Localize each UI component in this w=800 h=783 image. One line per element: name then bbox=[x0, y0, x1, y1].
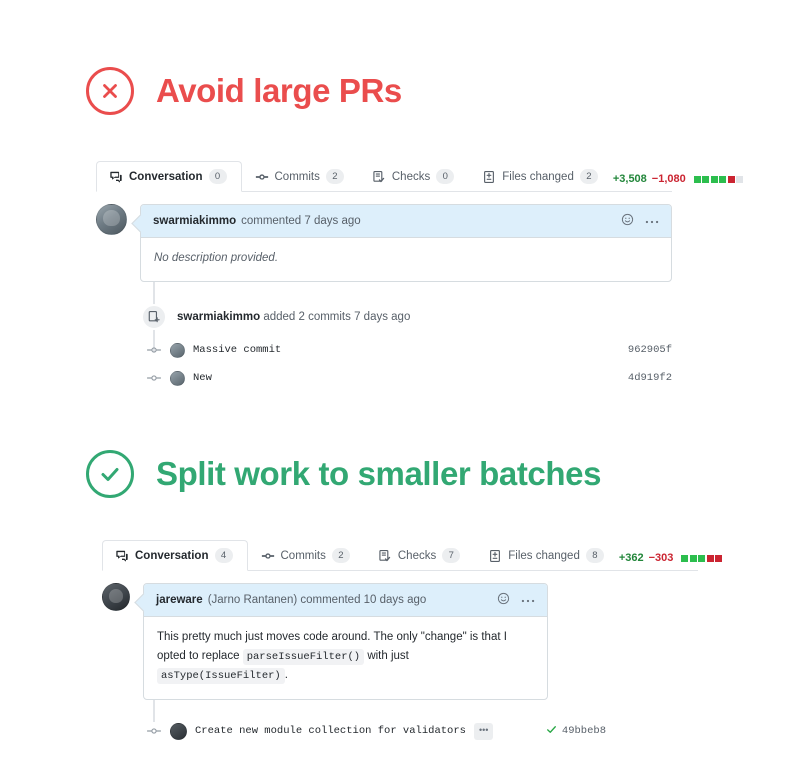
tab-files-changed[interactable]: Files changed 2 bbox=[469, 161, 613, 192]
comment-thread: swarmiakimmo commented 7 days ago No des… bbox=[96, 204, 672, 282]
tab-commits[interactable]: Commits 2 bbox=[248, 540, 365, 571]
tab-checks[interactable]: Checks 7 bbox=[365, 540, 475, 571]
comment-meta: (Jarno Rantanen) commented 10 days ago bbox=[207, 594, 427, 606]
commit-message[interactable]: Massive commit bbox=[193, 344, 281, 356]
inline-code-parse-issue-filter: parseIssueFilter() bbox=[242, 648, 365, 665]
commit-hash[interactable]: 4d919f2 bbox=[628, 372, 672, 384]
comment-discussion-icon bbox=[115, 549, 129, 563]
pull-request-card-large: Conversation 0 Commits 2 Checks 0 Files … bbox=[96, 160, 744, 386]
commit-author-avatar[interactable] bbox=[170, 722, 187, 740]
comment-header: swarmiakimmo commented 7 days ago bbox=[141, 205, 671, 238]
tab-counter: 7 bbox=[442, 548, 461, 563]
commit-hash[interactable]: 49bbeb8 bbox=[562, 725, 606, 737]
tab-label: Commits bbox=[274, 170, 320, 183]
comment-card: swarmiakimmo commented 7 days ago No des… bbox=[140, 204, 672, 282]
timeline-event-commits-added: swarmiakimmo added 2 commits 7 days ago bbox=[141, 303, 672, 330]
tab-conversation[interactable]: Conversation 0 bbox=[96, 161, 242, 192]
diffstat-deletions: −303 bbox=[648, 552, 674, 564]
tab-checks[interactable]: Checks 0 bbox=[359, 161, 469, 192]
comment-meta: commented 7 days ago bbox=[241, 215, 361, 227]
smiley-icon[interactable] bbox=[497, 592, 510, 608]
avatar[interactable] bbox=[102, 583, 130, 611]
tab-label: Conversation bbox=[135, 549, 209, 562]
event-author[interactable]: swarmiakimmo bbox=[177, 311, 260, 323]
comment-text: No description provided. bbox=[154, 252, 279, 264]
tab-files-changed[interactable]: Files changed 8 bbox=[475, 540, 619, 571]
pr-tabbar: Conversation 4 Commits 2 Checks 7 Files … bbox=[102, 539, 723, 571]
diffstat-deletions: −1,080 bbox=[651, 173, 686, 185]
tab-commits[interactable]: Commits 2 bbox=[242, 161, 359, 192]
tab-label: Checks bbox=[391, 170, 431, 183]
commit-author-avatar[interactable] bbox=[170, 370, 185, 386]
tab-counter: 2 bbox=[579, 169, 598, 184]
tab-conversation[interactable]: Conversation 4 bbox=[102, 540, 248, 571]
comment-body: No description provided. bbox=[141, 238, 671, 281]
smiley-icon[interactable] bbox=[621, 213, 634, 229]
comment-card: jareware (Jarno Rantanen) commented 10 d… bbox=[143, 583, 548, 700]
slide-canvas: Avoid large PRs Conversation 0 Commits 2… bbox=[0, 0, 800, 783]
timeline: Create new module collection for validat… bbox=[102, 699, 698, 740]
commit-message[interactable]: Create new module collection for validat… bbox=[195, 725, 466, 737]
file-diff-icon bbox=[488, 549, 502, 563]
git-commit-dot-icon bbox=[146, 343, 162, 357]
avatar[interactable] bbox=[96, 204, 127, 235]
diffstat-blocks bbox=[681, 554, 723, 562]
section-heading-split-work: Split work to smaller batches bbox=[86, 450, 601, 498]
diffstat: +3,508 −1,080 bbox=[612, 173, 744, 191]
comment-header: jareware (Jarno Rantanen) commented 10 d… bbox=[144, 584, 547, 617]
pull-request-card-small: Conversation 4 Commits 2 Checks 7 Files … bbox=[102, 539, 723, 740]
timeline-line bbox=[153, 699, 155, 722]
git-commit-icon bbox=[261, 549, 275, 563]
diffstat-blocks bbox=[693, 175, 744, 183]
comment-text-part2: with just bbox=[367, 649, 409, 662]
commit-author-avatar[interactable] bbox=[170, 342, 185, 358]
commit-row[interactable]: Massive commit 962905f bbox=[146, 342, 672, 358]
comment-thread: jareware (Jarno Rantanen) commented 10 d… bbox=[102, 583, 698, 700]
diffstat-additions: +3,508 bbox=[612, 173, 647, 185]
kebab-horizontal-icon[interactable] bbox=[645, 215, 659, 227]
repo-push-icon bbox=[141, 303, 167, 330]
check-icon[interactable] bbox=[546, 724, 557, 739]
diffstat: +362 −303 bbox=[619, 552, 723, 570]
timeline: swarmiakimmo added 2 commits 7 days ago … bbox=[96, 281, 672, 386]
tab-counter: 4 bbox=[214, 548, 233, 563]
x-circle-icon bbox=[86, 67, 134, 115]
pr-tabbar: Conversation 0 Commits 2 Checks 0 Files … bbox=[96, 160, 744, 192]
comment-author[interactable]: jareware bbox=[156, 594, 203, 606]
kebab-horizontal-icon[interactable] bbox=[521, 594, 535, 606]
git-commit-icon bbox=[255, 170, 269, 184]
commit-row[interactable]: New 4d919f2 bbox=[146, 370, 672, 386]
tab-label: Files changed bbox=[508, 549, 580, 562]
tab-counter: 2 bbox=[331, 548, 350, 563]
tab-label: Commits bbox=[280, 549, 326, 562]
check-circle-icon bbox=[86, 450, 134, 498]
file-diff-icon bbox=[482, 170, 496, 184]
tab-label: Checks bbox=[397, 549, 437, 562]
comment-body: This pretty much just moves code around.… bbox=[144, 617, 547, 699]
commit-expand-button[interactable]: ••• bbox=[473, 722, 494, 740]
comment-author[interactable]: swarmiakimmo bbox=[153, 215, 236, 227]
tab-label: Files changed bbox=[502, 170, 574, 183]
git-commit-dot-icon bbox=[146, 724, 162, 738]
tab-counter: 2 bbox=[325, 169, 344, 184]
diffstat-additions: +362 bbox=[618, 552, 644, 564]
section-heading-avoid-large-prs: Avoid large PRs bbox=[86, 67, 402, 115]
section-title: Split work to smaller batches bbox=[156, 455, 602, 492]
tab-counter: 8 bbox=[585, 548, 604, 563]
section-title: Avoid large PRs bbox=[156, 72, 402, 109]
commit-message[interactable]: New bbox=[193, 372, 212, 384]
inline-code-as-type: asType(IssueFilter) bbox=[157, 668, 285, 685]
event-detail: added 2 commits 7 days ago bbox=[263, 310, 411, 323]
tab-label: Conversation bbox=[129, 170, 203, 183]
checklist-icon bbox=[372, 170, 386, 184]
commit-hash[interactable]: 962905f bbox=[628, 344, 672, 356]
checklist-icon bbox=[378, 549, 392, 563]
comment-text-part3: . bbox=[284, 669, 288, 682]
comment-discussion-icon bbox=[109, 170, 123, 184]
tab-counter: 0 bbox=[436, 169, 455, 184]
git-commit-dot-icon bbox=[146, 371, 162, 385]
tab-counter: 0 bbox=[208, 169, 227, 184]
commit-row[interactable]: Create new module collection for validat… bbox=[146, 722, 698, 740]
timeline-event-text: swarmiakimmo added 2 commits 7 days ago bbox=[177, 311, 410, 323]
